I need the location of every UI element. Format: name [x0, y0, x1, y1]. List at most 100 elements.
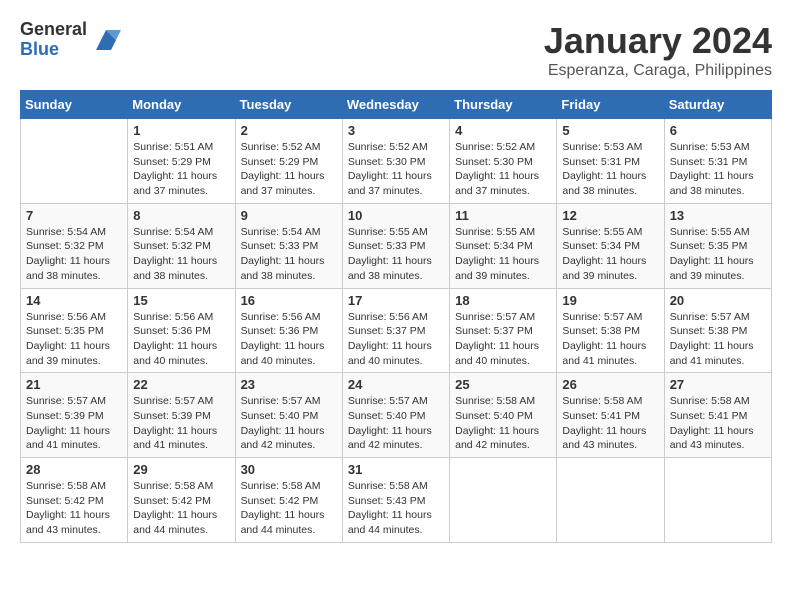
day-number: 31 [348, 462, 444, 477]
day-number: 1 [133, 123, 229, 138]
day-info: Sunrise: 5:57 AMSunset: 5:40 PMDaylight:… [241, 394, 337, 453]
calendar-cell: 10 Sunrise: 5:55 AMSunset: 5:33 PMDayligh… [342, 203, 449, 288]
day-number: 28 [26, 462, 122, 477]
calendar-cell: 13Sunrise: 5:55 AMSunset: 5:35 PMDayligh… [664, 203, 771, 288]
day-info: Sunrise: 5:56 AMSunset: 5:35 PMDaylight:… [26, 310, 122, 369]
day-info: Sunrise: 5:57 AMSunset: 5:39 PMDaylight:… [133, 394, 229, 453]
day-info: Sunrise: 5:58 AMSunset: 5:40 PMDaylight:… [455, 394, 551, 453]
day-info: Sunrise: 5:55 AMSunset: 5:35 PMDaylight:… [670, 225, 766, 284]
day-number: 24 [348, 377, 444, 392]
day-number: 7 [26, 208, 122, 223]
day-number: 9 [241, 208, 337, 223]
day-info: Sunrise: 5:57 AMSunset: 5:38 PMDaylight:… [562, 310, 658, 369]
weekday-header-row: SundayMondayTuesdayWednesdayThursdayFrid… [21, 91, 772, 119]
calendar-cell: 15 Sunrise: 5:56 AMSunset: 5:36 PMDayligh… [128, 288, 235, 373]
calendar-cell: 4Sunrise: 5:52 AMSunset: 5:30 PMDaylight… [450, 119, 557, 204]
day-number: 2 [241, 123, 337, 138]
calendar-week-row: 14 Sunrise: 5:56 AMSunset: 5:35 PMDayligh… [21, 288, 772, 373]
calendar-cell: 31 Sunrise: 5:58 AMSunset: 5:43 PMDayligh… [342, 458, 449, 543]
calendar-cell: 25 Sunrise: 5:58 AMSunset: 5:40 PMDayligh… [450, 373, 557, 458]
calendar-week-row: 28 Sunrise: 5:58 AMSunset: 5:42 PMDayligh… [21, 458, 772, 543]
day-info: Sunrise: 5:53 AMSunset: 5:31 PMDaylight:… [562, 140, 658, 199]
day-number: 25 [455, 377, 551, 392]
day-info: Sunrise: 5:58 AMSunset: 5:41 PMDaylight:… [670, 394, 766, 453]
day-info: Sunrise: 5:54 AMSunset: 5:32 PMDaylight:… [133, 225, 229, 284]
weekday-header-friday: Friday [557, 91, 664, 119]
logo-icon [91, 25, 121, 55]
calendar-cell: 26 Sunrise: 5:58 AMSunset: 5:41 PMDayligh… [557, 373, 664, 458]
calendar-title: January 2024 [544, 20, 772, 62]
calendar-week-row: 7 Sunrise: 5:54 AMSunset: 5:32 PMDaylight… [21, 203, 772, 288]
day-info: Sunrise: 5:54 AMSunset: 5:32 PMDaylight:… [26, 225, 122, 284]
calendar-cell: 28Sunrise: 5:58 AMSunset: 5:42 PMDayligh… [21, 458, 128, 543]
day-info: Sunrise: 5:58 AMSunset: 5:42 PMDaylight:… [241, 479, 337, 538]
day-number: 6 [670, 123, 766, 138]
day-number: 15 [133, 293, 229, 308]
calendar-cell: 3 Sunrise: 5:52 AMSunset: 5:30 PMDaylight… [342, 119, 449, 204]
day-number: 17 [348, 293, 444, 308]
day-number: 26 [562, 377, 658, 392]
day-info: Sunrise: 5:57 AMSunset: 5:40 PMDaylight:… [348, 394, 444, 453]
day-info: Sunrise: 5:56 AMSunset: 5:36 PMDaylight:… [133, 310, 229, 369]
weekday-header-saturday: Saturday [664, 91, 771, 119]
calendar-cell: 22 Sunrise: 5:57 AMSunset: 5:39 PMDayligh… [128, 373, 235, 458]
day-info: Sunrise: 5:55 AMSunset: 5:33 PMDaylight:… [348, 225, 444, 284]
day-info: Sunrise: 5:53 AMSunset: 5:31 PMDaylight:… [670, 140, 766, 199]
day-info: Sunrise: 5:57 AMSunset: 5:39 PMDaylight:… [26, 394, 122, 453]
day-info: Sunrise: 5:55 AMSunset: 5:34 PMDaylight:… [455, 225, 551, 284]
calendar-cell: 11 Sunrise: 5:55 AMSunset: 5:34 PMDayligh… [450, 203, 557, 288]
calendar-cell: 23Sunrise: 5:57 AMSunset: 5:40 PMDayligh… [235, 373, 342, 458]
day-info: Sunrise: 5:57 AMSunset: 5:38 PMDaylight:… [670, 310, 766, 369]
day-info: Sunrise: 5:54 AMSunset: 5:33 PMDaylight:… [241, 225, 337, 284]
calendar-cell: 12Sunrise: 5:55 AMSunset: 5:34 PMDayligh… [557, 203, 664, 288]
day-number: 16 [241, 293, 337, 308]
logo: General Blue [20, 20, 121, 60]
day-info: Sunrise: 5:58 AMSunset: 5:41 PMDaylight:… [562, 394, 658, 453]
day-info: Sunrise: 5:52 AMSunset: 5:30 PMDaylight:… [348, 140, 444, 199]
weekday-header-sunday: Sunday [21, 91, 128, 119]
calendar-cell [664, 458, 771, 543]
day-number: 20 [670, 293, 766, 308]
calendar-week-row: 21 Sunrise: 5:57 AMSunset: 5:39 PMDayligh… [21, 373, 772, 458]
day-number: 19 [562, 293, 658, 308]
calendar-cell [557, 458, 664, 543]
day-number: 27 [670, 377, 766, 392]
day-number: 22 [133, 377, 229, 392]
day-info: Sunrise: 5:52 AMSunset: 5:29 PMDaylight:… [241, 140, 337, 199]
day-info: Sunrise: 5:51 AMSunset: 5:29 PMDaylight:… [133, 140, 229, 199]
day-info: Sunrise: 5:57 AMSunset: 5:37 PMDaylight:… [455, 310, 551, 369]
calendar-cell: 2 Sunrise: 5:52 AMSunset: 5:29 PMDaylight… [235, 119, 342, 204]
day-number: 10 [348, 208, 444, 223]
calendar-cell: 9 Sunrise: 5:54 AMSunset: 5:33 PMDaylight… [235, 203, 342, 288]
calendar-cell [450, 458, 557, 543]
calendar-cell: 30Sunrise: 5:58 AMSunset: 5:42 PMDayligh… [235, 458, 342, 543]
calendar-cell: 8 Sunrise: 5:54 AMSunset: 5:32 PMDaylight… [128, 203, 235, 288]
day-number: 4 [455, 123, 551, 138]
day-number: 14 [26, 293, 122, 308]
calendar-week-row: 1 Sunrise: 5:51 AMSunset: 5:29 PMDaylight… [21, 119, 772, 204]
day-info: Sunrise: 5:58 AMSunset: 5:43 PMDaylight:… [348, 479, 444, 538]
day-number: 8 [133, 208, 229, 223]
weekday-header-tuesday: Tuesday [235, 91, 342, 119]
day-number: 3 [348, 123, 444, 138]
day-number: 21 [26, 377, 122, 392]
calendar-cell: 16Sunrise: 5:56 AMSunset: 5:36 PMDayligh… [235, 288, 342, 373]
calendar-cell: 18Sunrise: 5:57 AMSunset: 5:37 PMDayligh… [450, 288, 557, 373]
calendar-cell: 21 Sunrise: 5:57 AMSunset: 5:39 PMDayligh… [21, 373, 128, 458]
weekday-header-monday: Monday [128, 91, 235, 119]
calendar-cell: 17Sunrise: 5:56 AMSunset: 5:37 PMDayligh… [342, 288, 449, 373]
header: General Blue January 2024 Esperanza, Car… [20, 20, 772, 80]
day-number: 12 [562, 208, 658, 223]
calendar-cell: 27 Sunrise: 5:58 AMSunset: 5:41 PMDayligh… [664, 373, 771, 458]
day-number: 29 [133, 462, 229, 477]
calendar-cell: 20 Sunrise: 5:57 AMSunset: 5:38 PMDayligh… [664, 288, 771, 373]
logo-blue: Blue [20, 40, 87, 60]
weekday-header-thursday: Thursday [450, 91, 557, 119]
title-section: January 2024 Esperanza, Caraga, Philippi… [544, 20, 772, 80]
calendar-cell: 6 Sunrise: 5:53 AMSunset: 5:31 PMDaylight… [664, 119, 771, 204]
calendar-subtitle: Esperanza, Caraga, Philippines [544, 62, 772, 80]
calendar-cell: 1 Sunrise: 5:51 AMSunset: 5:29 PMDaylight… [128, 119, 235, 204]
calendar-cell: 24 Sunrise: 5:57 AMSunset: 5:40 PMDayligh… [342, 373, 449, 458]
calendar-table: SundayMondayTuesdayWednesdayThursdayFrid… [20, 90, 772, 543]
day-number: 11 [455, 208, 551, 223]
